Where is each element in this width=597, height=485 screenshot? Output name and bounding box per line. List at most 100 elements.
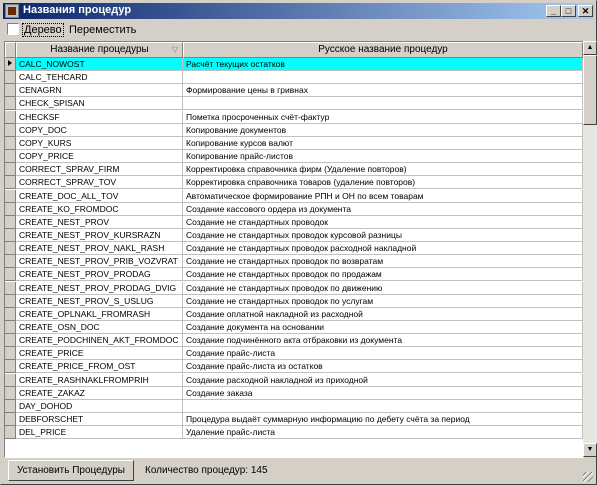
row-indicator[interactable] [5,97,16,111]
table-row[interactable]: CREATE_OPLNAKL_FROMRASH Создание оплатной… [5,307,583,321]
procedures-grid[interactable]: Название процедуры ▽ Русское название пр… [4,41,584,458]
table-row[interactable]: CREATE_ZAKAZ Создание заказа [5,386,583,400]
cell-russian-name[interactable]: Создание не стандартных проводок по движ… [183,281,583,295]
row-indicator[interactable] [5,123,16,137]
table-row[interactable]: CREATE_KO_FROMDOC Создание кассового орде… [5,202,583,216]
title-bar[interactable]: Названия процедур _ □ ✕ [3,3,594,19]
row-indicator[interactable] [5,373,16,387]
table-row[interactable]: CREATE_OSN_DOC Создание документа на осно… [5,321,583,334]
row-indicator[interactable] [5,399,16,413]
column-header-russian-name[interactable]: Русское название процедур [183,42,583,58]
table-row[interactable]: CREATE_NEST_PROV_NAKL_RASH Создание не ст… [5,242,583,256]
row-indicator[interactable] [5,347,16,361]
cell-russian-name[interactable]: Копирование документов [183,123,583,137]
cell-procedure-name[interactable]: CREATE_RASHNAKLFROMPRIH [16,373,183,387]
cell-procedure-name[interactable]: COPY_KURS [16,136,183,150]
cell-procedure-name[interactable]: CREATE_OSN_DOC [16,321,183,334]
app-icon[interactable] [5,4,19,18]
row-indicator[interactable] [5,242,16,256]
cell-russian-name[interactable]: Корректировка справочника фирм (Удаление… [183,163,583,177]
cell-russian-name[interactable]: Создание не стандартных проводок по возв… [183,255,583,269]
cell-russian-name[interactable]: Создание не стандартных проводок расходн… [183,242,583,256]
table-row[interactable]: CENAGRN Формирование цены в гривнах [5,84,583,98]
cell-procedure-name[interactable]: CALC_NOWOST [16,58,183,71]
cell-procedure-name[interactable]: CREATE_NEST_PROV_PRODAG [16,268,183,282]
row-indicator[interactable] [5,136,16,150]
scroll-thumb[interactable] [583,55,597,125]
table-row[interactable]: CREATE_RASHNAKLFROMPRIH Создание расходно… [5,373,583,387]
cell-russian-name[interactable]: Копирование прайс-листов [183,150,583,164]
cell-procedure-name[interactable]: CREATE_NEST_PROV_KURSRAZN [16,228,183,242]
cell-procedure-name[interactable]: DEBFORSCHET [16,413,183,427]
table-row[interactable]: COPY_PRICE Копирование прайс-листов [5,150,583,164]
cell-russian-name[interactable]: Создание не стандартных проводок курсово… [183,228,583,242]
cell-russian-name[interactable]: Копирование курсов валют [183,136,583,150]
cell-procedure-name[interactable]: CHECK_SPISAN [16,97,183,111]
table-row[interactable]: CORRECT_SPRAV_FIRM Корректировка справочн… [5,163,583,177]
cell-russian-name[interactable]: Создание не стандартных проводок по прод… [183,268,583,282]
cell-russian-name[interactable] [183,71,583,85]
cell-procedure-name[interactable]: CALC_TEHCARD [16,71,183,85]
cell-procedure-name[interactable]: CREATE_NEST_PROV [16,215,183,229]
table-row[interactable]: CREATE_NEST_PROV_PRIB_VOZVRAT Создание не… [5,255,583,269]
row-indicator[interactable] [5,307,16,321]
cell-procedure-name[interactable]: CREATE_PODCHINEN_AKT_FROMDOC [16,334,183,348]
cell-procedure-name[interactable]: CREATE_KO_FROMDOC [16,202,183,216]
row-indicator[interactable] [5,202,16,216]
cell-procedure-name[interactable]: CREATE_NEST_PROV_S_USLUG [16,294,183,308]
cell-russian-name[interactable]: Корректировка справочника товаров (удале… [183,176,583,190]
row-indicator[interactable] [5,58,16,71]
scroll-down-button[interactable]: ▼ [583,443,597,457]
table-row[interactable]: CREATE_PRICE_FROM_OST Создание прайс-лист… [5,360,583,374]
cell-procedure-name[interactable]: CREATE_PRICE_FROM_OST [16,360,183,374]
cell-russian-name[interactable]: Создание подчинённого акта отбраковки из… [183,334,583,348]
row-indicator[interactable] [5,163,16,177]
cell-russian-name[interactable]: Создание документа на основании [183,321,583,334]
cell-russian-name[interactable]: Создание не стандартных проводок по услу… [183,294,583,308]
row-indicator[interactable] [5,386,16,400]
table-row[interactable]: CORRECT_SPRAV_TOV Корректировка справочни… [5,176,583,190]
table-row[interactable]: CHECK_SPISAN [5,97,583,111]
table-row[interactable]: DEBFORSCHET Процедура выдаёт суммарную ин… [5,413,583,427]
cell-russian-name[interactable]: Создание не стандартных проводок [183,215,583,229]
cell-procedure-name[interactable]: CREATE_OPLNAKL_FROMRASH [16,307,183,321]
row-indicator[interactable] [5,255,16,269]
tree-checkbox[interactable] [7,23,19,35]
cell-procedure-name[interactable]: DAY_DOHOD [16,399,183,413]
row-indicator[interactable] [5,150,16,164]
cell-russian-name[interactable]: Автоматическое формирование РПН и ОН по … [183,189,583,203]
row-indicator[interactable] [5,176,16,190]
maximize-button[interactable]: □ [561,5,576,17]
table-row[interactable]: CALC_NOWOST Расчёт текущих остатков [5,58,583,71]
vertical-scrollbar[interactable]: ▲ ▼ [583,41,597,457]
row-indicator[interactable] [5,189,16,203]
table-row[interactable]: CHECKSF Пометка просроченных счёт-фактур [5,110,583,124]
row-indicator[interactable] [5,281,16,295]
cell-procedure-name[interactable]: COPY_DOC [16,123,183,137]
cell-procedure-name[interactable]: CREATE_NEST_PROV_PRIB_VOZVRAT [16,255,183,269]
tree-checkbox-label[interactable]: Дерево [22,23,64,37]
cell-procedure-name[interactable]: CORRECT_SPRAV_FIRM [16,163,183,177]
table-row[interactable]: CREATE_NEST_PROV Создание не стандартных … [5,215,583,229]
sort-filter-icon[interactable]: ▽ [172,43,178,57]
resize-grip[interactable] [583,472,593,482]
table-row[interactable]: CREATE_NEST_PROV_PRODAG_DVIG Создание не … [5,281,583,295]
table-row[interactable]: DEL_PRICE Удаление прайс-листа [5,426,583,440]
set-procedures-button[interactable]: Установить Процедуры [8,460,134,481]
row-indicator[interactable] [5,426,16,440]
cell-procedure-name[interactable]: CREATE_NEST_PROV_PRODAG_DVIG [16,281,183,295]
row-indicator[interactable] [5,84,16,98]
scroll-up-button[interactable]: ▲ [583,41,597,55]
row-indicator[interactable] [5,215,16,229]
table-row[interactable]: DAY_DOHOD [5,399,583,413]
table-row[interactable]: COPY_KURS Копирование курсов валют [5,136,583,150]
cell-russian-name[interactable]: Создание расходной накладной из приходно… [183,373,583,387]
cell-russian-name[interactable]: Расчёт текущих остатков [183,58,583,71]
table-row[interactable]: CREATE_DOC_ALL_TOV Автоматическое формиро… [5,189,583,203]
cell-procedure-name[interactable]: CHECKSF [16,110,183,124]
table-row[interactable]: CREATE_PRICE Создание прайс-листа [5,347,583,361]
row-indicator[interactable] [5,110,16,124]
row-indicator[interactable] [5,268,16,282]
cell-russian-name[interactable]: Создание кассового ордера из документа [183,202,583,216]
table-row[interactable]: CALC_TEHCARD [5,71,583,85]
